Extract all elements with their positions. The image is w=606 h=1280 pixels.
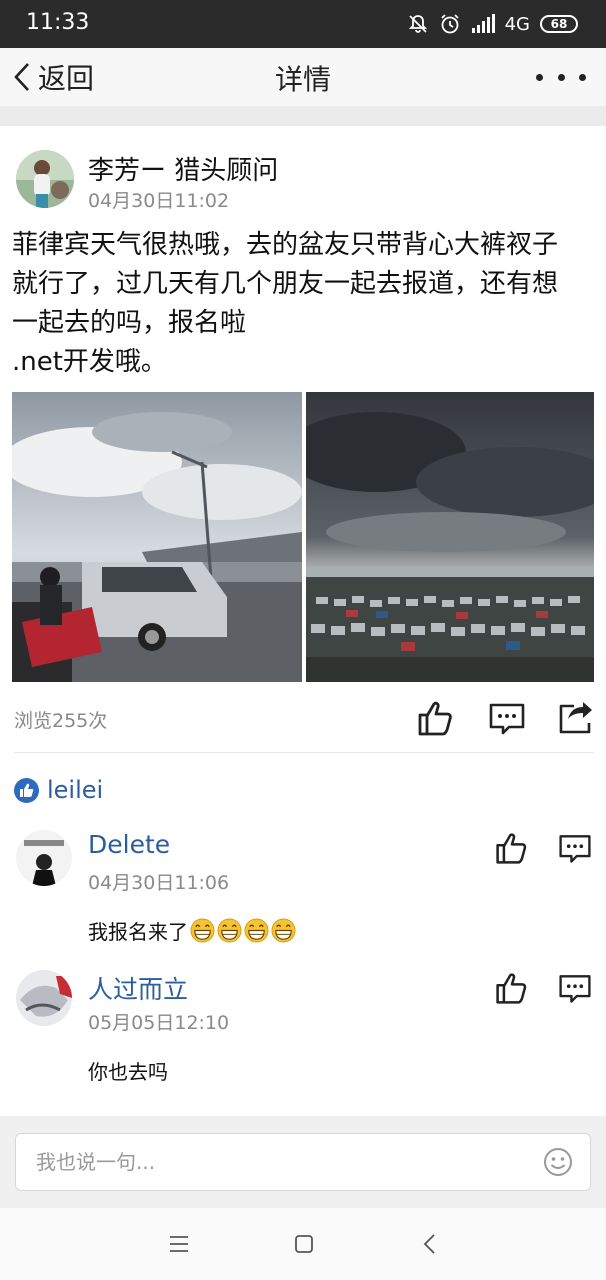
comment-text: 你也去吗: [88, 1060, 168, 1084]
chevron-left-icon: [14, 63, 29, 91]
comment-input-bar: [0, 1116, 606, 1208]
comment-text-row: 我报名来了: [88, 916, 296, 945]
commenter-name[interactable]: Delete: [88, 830, 170, 859]
alarm-icon: [440, 14, 459, 34]
thumbs-up-icon[interactable]: [416, 698, 456, 738]
battery-level: 68: [550, 17, 568, 31]
status-bar: 11:33 4G 68: [0, 0, 606, 48]
likes-row: leilei: [14, 776, 103, 804]
like-badge-icon: [14, 777, 39, 803]
section-separator: [0, 106, 606, 126]
signal-icon: [471, 14, 495, 33]
comment-thumbs-up-icon[interactable]: [494, 970, 530, 1006]
more-dot: [579, 73, 586, 81]
divider: [14, 752, 594, 753]
back-nav-icon[interactable]: [418, 1232, 442, 1256]
comment-time: 04月30日11:06: [88, 872, 230, 894]
more-dot: [536, 73, 543, 81]
status-icons: 4G 68: [407, 12, 578, 36]
post-text-line: .net开发哦。: [12, 347, 167, 377]
comment-text-row: 你也去吗: [88, 1056, 168, 1085]
menu-icon[interactable]: [167, 1232, 191, 1256]
more-options-button[interactable]: [536, 58, 586, 96]
comment-time: 05月05日12:10: [88, 1012, 230, 1034]
battery-icon: 68: [540, 15, 578, 33]
post-text-line: 就行了，过几天有几个朋友一起去报道，还有想: [12, 269, 559, 299]
comment-reply-icon[interactable]: [557, 830, 593, 866]
status-time: 11:33: [26, 10, 90, 35]
home-square-icon[interactable]: [292, 1232, 316, 1256]
mute-icon: [408, 15, 427, 33]
post-photo-parking[interactable]: [306, 392, 594, 682]
grin-emoji-icon: [217, 918, 242, 943]
comment-item: Delete 04月30日11:06 我报名来了: [0, 830, 606, 960]
comment-text: 我报名来了: [88, 920, 188, 944]
commenter-name[interactable]: 人过而立: [88, 970, 188, 1006]
comment-input-box: [15, 1133, 591, 1191]
grin-emoji-icon: [271, 918, 296, 943]
post-photo-street[interactable]: [12, 392, 302, 682]
system-nav-bar: [0, 1208, 606, 1280]
post-time: 04月30日11:02: [88, 190, 230, 212]
nav-bar: 返回 详情: [0, 48, 606, 106]
back-button[interactable]: 返回: [10, 56, 94, 98]
liker-name[interactable]: leilei: [47, 776, 103, 804]
commenter-avatar[interactable]: [16, 830, 72, 886]
comment-reply-icon[interactable]: [557, 970, 593, 1006]
share-icon[interactable]: [556, 698, 596, 738]
network-type: 4G: [504, 13, 530, 35]
comment-icon[interactable]: [487, 698, 527, 738]
post-text-line: 一起去的吗，报名啦: [12, 308, 247, 338]
grin-emoji-icon: [190, 918, 215, 943]
commenter-avatar[interactable]: [16, 970, 72, 1026]
view-count: 浏览255次: [14, 710, 108, 732]
emoji-picker-icon[interactable]: [542, 1146, 574, 1178]
post-text-line: 菲律宾天气很热哦，去的盆友只带背心大裤衩子: [12, 230, 559, 260]
post-text: 菲律宾天气很热哦，去的盆友只带背心大裤衩子 就行了，过几天有几个朋友一起去报道，…: [12, 226, 594, 382]
comment-item: 人过而立 05月05日12:10 你也去吗: [0, 970, 606, 1100]
more-dot: [557, 73, 565, 81]
author-avatar[interactable]: [16, 150, 74, 208]
comment-thumbs-up-icon[interactable]: [494, 830, 530, 866]
author-name[interactable]: 李芳ー 猎头顾问: [88, 150, 278, 187]
comment-input[interactable]: [36, 1144, 516, 1180]
grin-emoji-icon: [244, 918, 269, 943]
back-label: 返回: [38, 62, 95, 95]
